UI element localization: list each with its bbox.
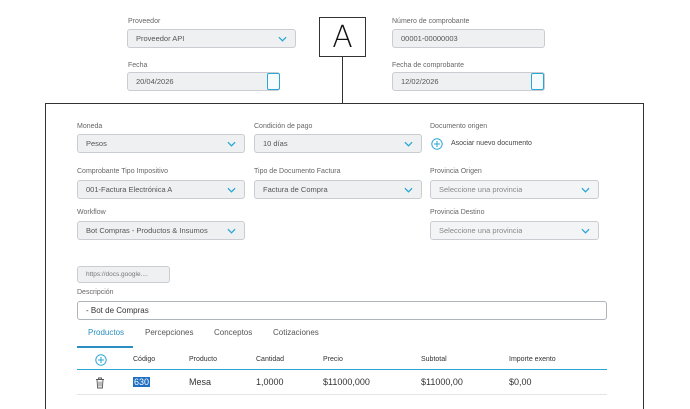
documento-origen-label: Documento origen [430, 123, 488, 130]
moneda-value: Pesos [86, 139, 107, 148]
tipo-documento-label: Tipo de Documento Factura [254, 168, 341, 175]
cell-precio[interactable]: $11000,000 [323, 377, 370, 387]
provincia-origen-placeholder: Seleccione una provincia [439, 185, 523, 194]
chevron-down-icon [404, 187, 413, 193]
active-tab-indicator [77, 346, 133, 348]
tab-cotizaciones[interactable]: Cotizaciones [273, 328, 319, 337]
descripcion-input[interactable]: - Bot de Compras [77, 301, 607, 320]
fecha-field[interactable]: 20/04/2026 [127, 72, 280, 91]
numero-comprobante-value: 00001-00000003 [401, 34, 458, 43]
column-header-codigo: Código [133, 356, 156, 363]
descripcion-label: Descripción [77, 289, 114, 296]
chevron-down-icon [278, 36, 287, 42]
table-row-divider [77, 394, 607, 395]
numero-comprobante-label: Número de comprobante [392, 18, 470, 25]
chevron-down-icon [404, 141, 413, 147]
cell-cantidad[interactable]: 1,0000 [256, 377, 284, 387]
column-header-precio: Precio [323, 356, 343, 363]
moneda-label: Moneda [77, 123, 103, 130]
tab-percepciones[interactable]: Percepciones [145, 328, 193, 337]
fecha-label: Fecha [128, 62, 148, 69]
chevron-down-icon [581, 228, 590, 234]
column-header-subtotal: Subtotal [421, 356, 447, 363]
comprobante-tipo-select[interactable]: 001-Factura Electrónica A [77, 180, 245, 199]
fecha-comprobante-field[interactable]: 12/02/2026 [392, 72, 545, 91]
workflow-select[interactable]: Bot Compras - Productos & Insumos [77, 221, 245, 240]
add-row-icon[interactable] [95, 354, 107, 366]
proveedor-value: Proveedor API [136, 34, 185, 43]
provincia-destino-select[interactable]: Seleccione una provincia [430, 221, 599, 240]
column-header-importe-exento: Importe exento [509, 356, 556, 363]
provincia-origen-select[interactable]: Seleccione una provincia [430, 180, 599, 199]
tipo-documento-value: Factura de Compra [263, 185, 328, 194]
column-header-producto: Producto [189, 356, 218, 363]
tab-productos[interactable]: Productos [88, 328, 124, 337]
fecha-comprobante-label: Fecha de comprobante [392, 62, 464, 69]
fecha-calendar-button[interactable] [267, 73, 280, 90]
annotation-marker: A [319, 17, 366, 57]
moneda-select[interactable]: Pesos [77, 134, 245, 153]
comprobante-tipo-label: Comprobante Tipo Impositivo [77, 168, 169, 175]
chevron-down-icon [227, 187, 236, 193]
tipo-documento-select[interactable]: Factura de Compra [254, 180, 422, 199]
chevron-down-icon [227, 228, 236, 234]
column-header-cantidad: Cantidad [256, 356, 285, 363]
fecha-value: 20/04/2026 [136, 77, 174, 86]
trash-icon[interactable] [95, 377, 105, 389]
condicion-pago-label: Condición de pago [254, 123, 313, 130]
fecha-comprobante-value: 12/02/2026 [401, 77, 439, 86]
chevron-down-icon [581, 187, 590, 193]
asociar-documento-link[interactable]: Asociar nuevo documento [451, 140, 532, 147]
condicion-pago-select[interactable]: 10 días [254, 134, 422, 153]
cell-codigo[interactable]: 630 [133, 377, 151, 387]
annotation-line [342, 57, 343, 103]
cell-subtotal: $11000,00 [421, 377, 463, 387]
chevron-down-icon [227, 141, 236, 147]
provincia-destino-placeholder: Seleccione una provincia [439, 226, 523, 235]
proveedor-label: Proveedor [128, 18, 161, 25]
add-circle-icon[interactable] [431, 138, 443, 150]
workflow-value: Bot Compras - Productos & Insumos [86, 226, 208, 235]
numero-comprobante-field[interactable]: 00001-00000003 [392, 29, 545, 48]
provincia-destino-label: Provincia Destino [430, 209, 485, 216]
comprobante-tipo-value: 001-Factura Electrónica A [86, 185, 173, 194]
proveedor-select[interactable]: Proveedor API [127, 29, 296, 48]
workflow-label: Workflow [77, 209, 106, 216]
condicion-pago-value: 10 días [263, 139, 288, 148]
cell-producto[interactable]: Mesa [189, 377, 211, 387]
tab-conceptos[interactable]: Conceptos [214, 328, 252, 337]
table-header-divider [77, 369, 607, 370]
document-url-link[interactable]: https://docs.google.... [77, 266, 170, 283]
cell-importe-exento: $0,00 [509, 377, 532, 387]
provincia-origen-label: Provincia Origen [430, 168, 482, 175]
fecha-comprobante-calendar-button[interactable] [531, 73, 544, 90]
